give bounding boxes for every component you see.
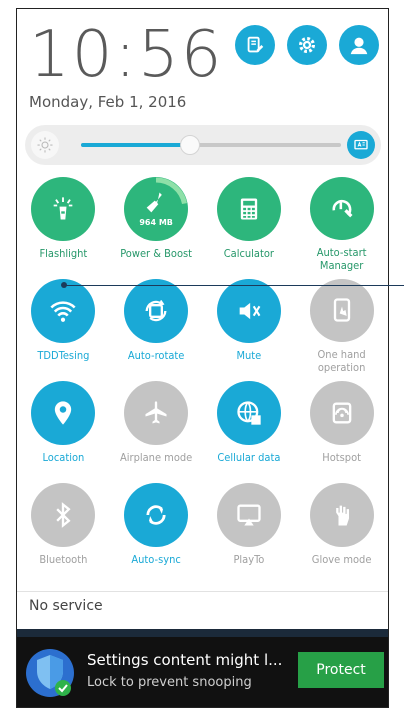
calculator-icon	[240, 198, 258, 220]
rotate-icon	[145, 299, 167, 322]
brightness-slider-thumb[interactable]	[180, 135, 201, 155]
tile-auto-rotate[interactable]: Auto-rotate	[110, 273, 203, 375]
brightness-slider[interactable]	[81, 135, 341, 155]
auto-start-icon	[332, 200, 353, 218]
edit-settings-button[interactable]	[235, 25, 275, 65]
tile-label: Auto-sync	[131, 553, 181, 566]
tile-cellular-data[interactable]: Cellular data	[203, 375, 296, 477]
tile-toggle-button[interactable]	[309, 177, 374, 240]
tile-toggle-button[interactable]	[216, 177, 281, 241]
tile-label: Bluetooth	[39, 553, 88, 566]
annotation-dot	[61, 282, 67, 288]
tile-toggle-button[interactable]	[124, 279, 189, 343]
tile-toggle-button[interactable]	[309, 483, 374, 547]
flashlight-icon	[54, 197, 73, 220]
tile-label: PlayTo	[233, 553, 265, 566]
panel-divider	[17, 591, 388, 592]
boost-ring-icon	[124, 177, 188, 241]
tile-glove-mode[interactable]: Glove mode	[295, 477, 388, 579]
tile-auto-sync[interactable]: Auto-sync	[110, 477, 203, 579]
tile-label: Location	[42, 451, 85, 464]
tile-label: One hand operation	[317, 347, 366, 375]
tile-label: Auto-rotate	[127, 349, 185, 362]
tile-label: Glove mode	[311, 553, 372, 566]
gear-icon	[298, 36, 316, 54]
tile-calculator[interactable]: Calculator	[203, 171, 296, 273]
tile-toggle-button[interactable]	[31, 381, 96, 445]
quick-toggle-grid: Flashlight 964 MB Power & Boost Calculator A…	[17, 171, 388, 579]
wifi-icon	[50, 301, 76, 322]
tile-label: Mute	[236, 349, 262, 362]
tile-power-boost[interactable]: 964 MB Power & Boost	[110, 171, 203, 273]
tile-label: Power & Boost	[120, 247, 193, 260]
tile-label: Auto-start Manager	[316, 245, 367, 273]
notification-title: Settings content might l...	[87, 651, 283, 669]
auto-brightness-icon	[354, 139, 368, 150]
tile-toggle-button[interactable]	[124, 483, 189, 547]
tile-label: TDDTesing	[37, 349, 90, 362]
glove-icon	[335, 505, 349, 526]
bluetooth-icon	[56, 502, 71, 528]
user-profile-button[interactable]	[339, 25, 379, 65]
protect-button[interactable]: Protect	[298, 652, 384, 688]
tile-mute[interactable]: Mute	[203, 273, 296, 375]
tile-toggle-button[interactable]	[31, 279, 96, 343]
auto-brightness-button[interactable]	[347, 131, 375, 159]
tile-label: Hotspot	[322, 451, 361, 464]
edit-settings-icon	[247, 36, 264, 53]
cast-icon	[237, 504, 261, 526]
clock-time: 10:56	[29, 18, 224, 92]
tile-location[interactable]: Location	[17, 375, 110, 477]
annotation-line	[63, 285, 404, 286]
tile-flashlight[interactable]: Flashlight	[17, 171, 110, 273]
tile-toggle-button[interactable]: 964 MB	[124, 177, 189, 241]
tile-toggle-button[interactable]	[31, 483, 96, 547]
tile-one-hand-operation[interactable]: One hand operation	[295, 273, 388, 375]
quick-settings-panel: 10:56 Monday, Feb 1, 2016 Flashlight 964 …	[17, 9, 404, 629]
tile-airplane-mode[interactable]: Airplane mode	[110, 375, 203, 477]
tile-tddtesing[interactable]: TDDTesing	[17, 273, 110, 375]
tile-label: Calculator	[223, 247, 274, 260]
cellular-data-icon	[237, 401, 261, 425]
brightness-control	[25, 125, 381, 165]
tile-label: Flashlight	[39, 247, 88, 260]
device-frame: 10:56 Monday, Feb 1, 2016 Flashlight 964 …	[16, 8, 404, 708]
notification-subtitle: Lock to prevent snooping	[87, 675, 252, 690]
shield-icon	[26, 649, 74, 697]
security-notification[interactable]: Settings content might l... Lock to prev…	[17, 637, 388, 707]
settings-button[interactable]	[287, 25, 327, 65]
user-icon	[350, 37, 368, 55]
tile-hotspot[interactable]: Hotspot	[295, 375, 388, 477]
tile-toggle-button[interactable]	[216, 381, 281, 445]
tile-toggle-button[interactable]	[31, 177, 96, 241]
location-icon	[55, 401, 72, 425]
tile-label: Cellular data	[217, 451, 281, 464]
one-hand-icon	[333, 298, 350, 322]
tile-toggle-button[interactable]	[124, 381, 189, 445]
memory-badge: 964 MB	[139, 218, 173, 227]
brightness-slider-fill	[81, 143, 191, 147]
tile-toggle-button[interactable]	[216, 483, 281, 547]
hotspot-icon	[332, 402, 351, 424]
tile-toggle-button[interactable]	[309, 279, 374, 342]
clock-date: Monday, Feb 1, 2016	[29, 93, 187, 111]
tile-auto-start-manager[interactable]: Auto-start Manager	[295, 171, 388, 273]
tile-label: Airplane mode	[119, 451, 193, 464]
tile-toggle-button[interactable]	[216, 279, 281, 343]
no-service-label: No service	[29, 598, 103, 614]
tile-toggle-button[interactable]	[309, 381, 374, 445]
mute-icon	[239, 302, 261, 320]
brightness-sun-icon	[31, 131, 59, 159]
tile-playto[interactable]: PlayTo	[203, 477, 296, 579]
tile-bluetooth[interactable]: Bluetooth	[17, 477, 110, 579]
airplane-icon	[145, 401, 167, 424]
sync-icon	[146, 505, 166, 525]
